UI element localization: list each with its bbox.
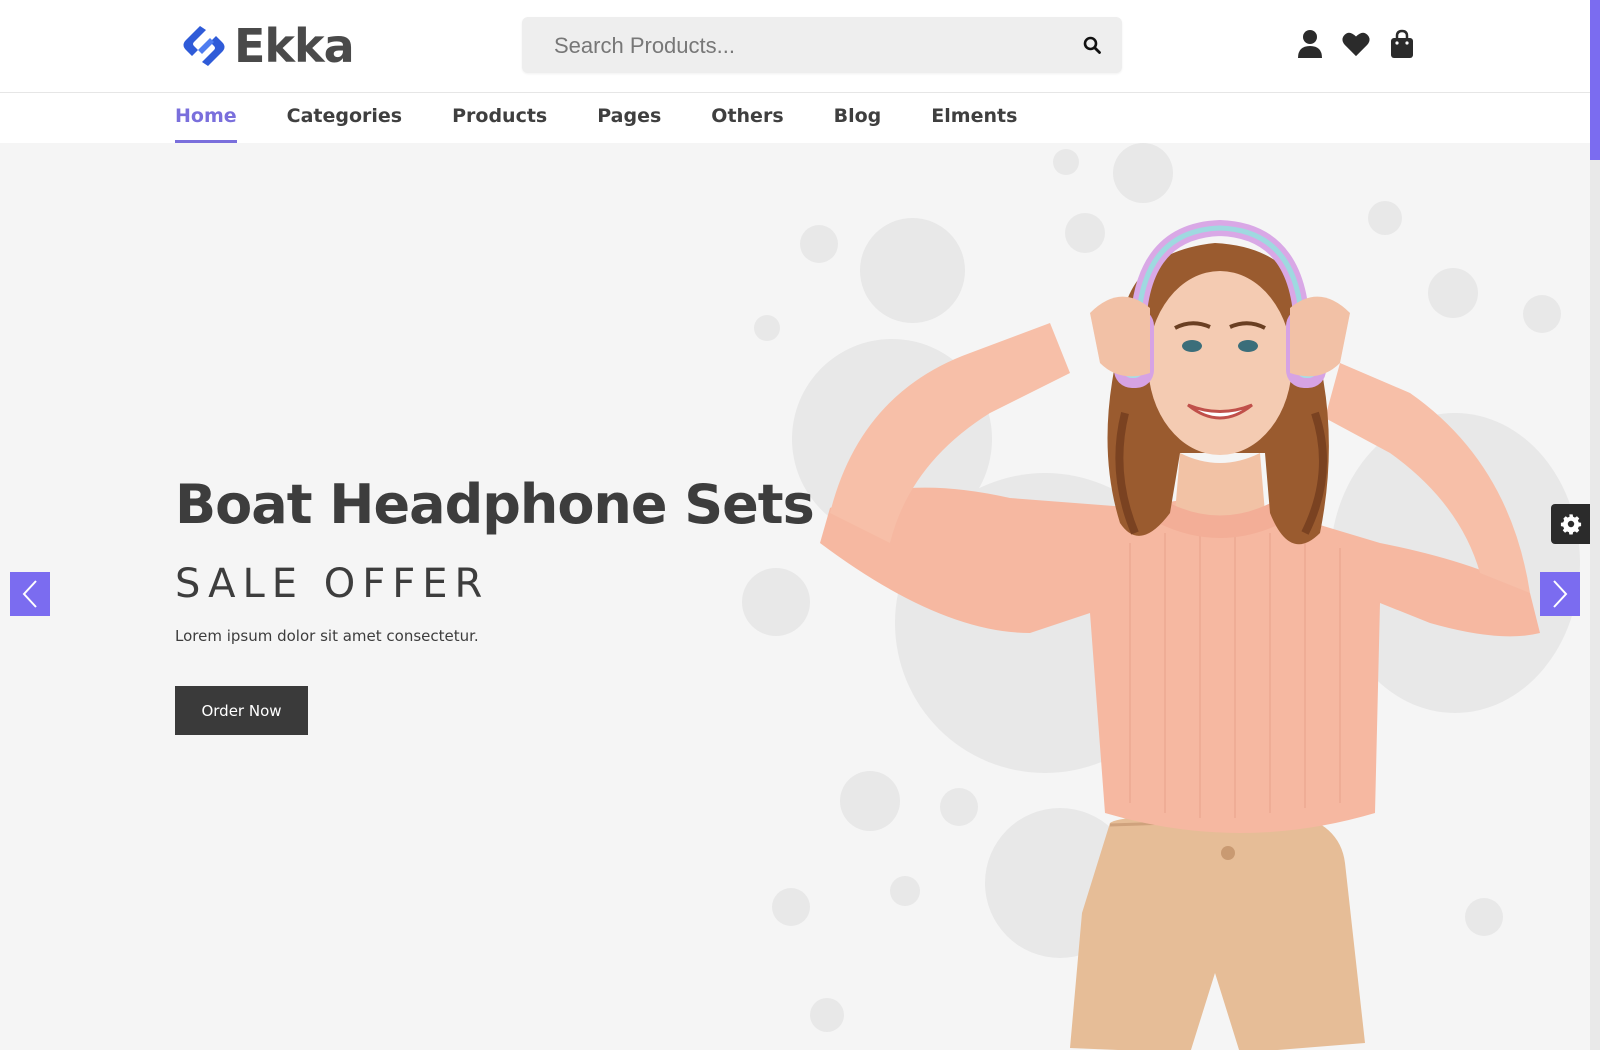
search-input[interactable] bbox=[552, 17, 1056, 75]
hero-description: Lorem ipsum dolor sit amet consectetur. bbox=[175, 627, 479, 645]
chevron-left-icon bbox=[22, 580, 37, 608]
slider-prev-button[interactable] bbox=[10, 572, 50, 616]
nav-item-pages[interactable]: Pages bbox=[597, 93, 661, 143]
hero-title: Boat Headphone Sets bbox=[175, 473, 815, 536]
shopping-bag-icon[interactable] bbox=[1388, 28, 1416, 60]
page-scrollbar[interactable] bbox=[1590, 0, 1600, 1050]
nav-item-home[interactable]: Home bbox=[175, 93, 237, 143]
chevron-right-icon bbox=[1553, 580, 1568, 608]
nav-item-blog[interactable]: Blog bbox=[834, 93, 882, 143]
heart-icon[interactable] bbox=[1342, 28, 1370, 60]
bg-bubble bbox=[772, 888, 810, 926]
nav-item-elements[interactable]: Elments bbox=[931, 93, 1017, 143]
brand-name: Ekka bbox=[234, 19, 355, 73]
nav-item-others[interactable]: Others bbox=[711, 93, 783, 143]
main-nav: Home Categories Products Pages Others Bl… bbox=[0, 93, 1590, 143]
header-actions bbox=[1296, 28, 1416, 60]
bg-bubble bbox=[754, 315, 780, 341]
order-now-button[interactable]: Order Now bbox=[175, 686, 308, 735]
hero-slider: Boat Headphone Sets SALE OFFER Lorem ips… bbox=[0, 143, 1590, 1050]
site-header: Ekka bbox=[0, 0, 1590, 93]
gear-icon bbox=[1560, 514, 1582, 535]
scrollbar-thumb[interactable] bbox=[1590, 0, 1600, 160]
slider-next-button[interactable] bbox=[1540, 572, 1580, 616]
user-icon[interactable] bbox=[1296, 28, 1324, 60]
nav-item-products[interactable]: Products bbox=[452, 93, 547, 143]
nav-item-categories[interactable]: Categories bbox=[287, 93, 402, 143]
bg-bubble bbox=[742, 568, 810, 636]
logo-icon bbox=[183, 26, 225, 66]
bg-bubble bbox=[1113, 143, 1173, 203]
hero-subtitle: SALE OFFER bbox=[175, 561, 490, 607]
hero-model-image bbox=[820, 219, 1540, 1050]
settings-button[interactable] bbox=[1551, 504, 1591, 544]
bg-bubble bbox=[1053, 149, 1079, 175]
search-bar bbox=[522, 17, 1122, 75]
logo[interactable]: Ekka bbox=[178, 18, 355, 74]
search-icon[interactable] bbox=[1082, 35, 1102, 55]
